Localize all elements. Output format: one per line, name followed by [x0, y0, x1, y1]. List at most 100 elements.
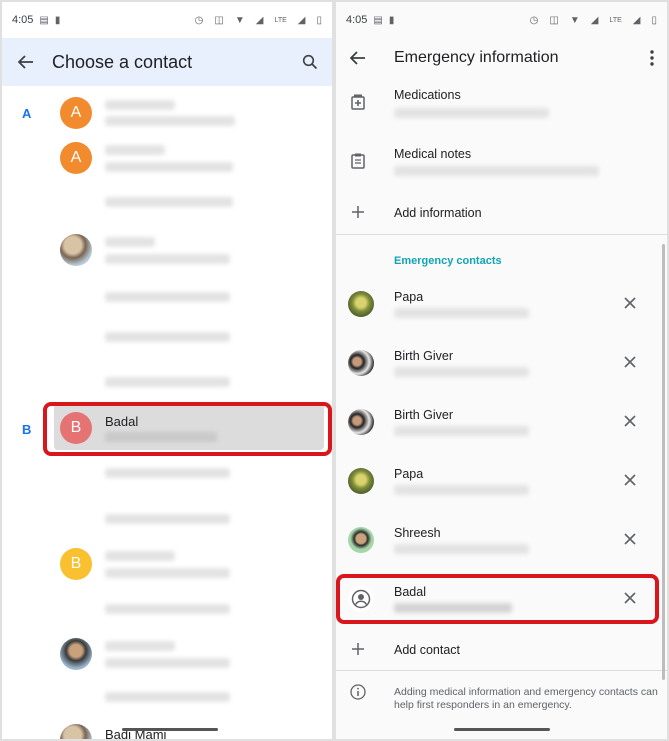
avatar	[60, 724, 92, 739]
redacted-phone	[105, 254, 230, 264]
highlight-annotation	[43, 402, 332, 456]
signal-icon-2: ◢	[297, 14, 306, 26]
redacted-phone	[105, 332, 230, 342]
section-letter-a: A	[22, 106, 32, 121]
gesture-nav-bar[interactable]	[454, 728, 550, 731]
contact-name: Birth Giver	[394, 349, 454, 363]
search-button[interactable]	[288, 38, 332, 86]
back-arrow-icon	[18, 55, 33, 69]
redacted-phone	[105, 197, 233, 207]
message-icon: ▤	[39, 14, 49, 26]
wifi-icon: ▼	[569, 14, 580, 26]
add-information-label: Add information	[394, 206, 482, 220]
page-title: Choose a contact	[52, 51, 193, 72]
search-icon	[302, 54, 318, 70]
avatar	[60, 638, 92, 670]
redacted-phone	[394, 485, 529, 495]
top-app-bar: Choose a contact	[2, 38, 332, 86]
back-button[interactable]	[2, 38, 50, 86]
redacted-name	[105, 641, 175, 651]
redacted-value	[394, 166, 599, 176]
info-icon	[348, 682, 368, 702]
close-icon	[624, 415, 636, 427]
more-options-button[interactable]	[637, 38, 667, 78]
contact-name: Papa	[394, 290, 424, 304]
redacted-phone	[105, 568, 230, 578]
redacted-name	[105, 100, 175, 110]
redacted-name	[105, 145, 165, 155]
section-divider	[336, 234, 667, 235]
redacted-value	[394, 108, 549, 118]
vibrate-icon: ◫	[549, 14, 559, 26]
avatar: B	[60, 548, 92, 580]
avatar	[60, 234, 92, 266]
redacted-phone	[105, 162, 233, 172]
back-arrow-icon	[350, 51, 365, 65]
redacted-phone	[394, 544, 529, 554]
plus-icon	[348, 202, 368, 222]
redacted-phone	[394, 367, 529, 377]
status-bar: 4:05 ▤ ▮ ◷ ◫ ▼ ◢ LTE ◢ ▯	[336, 2, 667, 38]
redacted-name	[105, 237, 155, 247]
remove-contact-button[interactable]	[620, 411, 640, 431]
redacted-phone	[394, 308, 529, 318]
status-time: 4:05	[12, 14, 34, 26]
remove-contact-button[interactable]	[620, 293, 640, 313]
avatar: A	[60, 142, 92, 174]
plus-icon	[348, 639, 368, 659]
battery-saver-icon: ▮	[54, 14, 61, 26]
signal-icon-2: ◢	[632, 14, 641, 26]
redacted-phone	[105, 658, 230, 668]
contact-photo	[348, 350, 374, 376]
lte-label: LTE	[274, 16, 287, 24]
redacted-name	[105, 551, 175, 561]
alarm-icon: ◷	[529, 14, 539, 26]
gesture-nav-bar[interactable]	[122, 728, 218, 731]
remove-contact-button[interactable]	[620, 470, 640, 490]
medical-notes-title: Medical notes	[394, 147, 472, 161]
redacted-phone	[105, 116, 235, 126]
clipboard-icon	[348, 151, 368, 171]
redacted-phone	[105, 692, 230, 702]
battery-saver-icon: ▮	[388, 14, 395, 26]
battery-icon: ▯	[651, 14, 657, 26]
message-icon: ▤	[373, 14, 383, 26]
page-title: Emergency information	[394, 49, 559, 66]
remove-contact-button[interactable]	[620, 352, 640, 372]
remove-contact-button[interactable]	[620, 529, 640, 549]
redacted-phone	[394, 426, 529, 436]
medication-icon	[348, 92, 368, 112]
redacted-phone	[105, 468, 230, 478]
wifi-icon: ▼	[234, 14, 245, 26]
contact-photo	[348, 527, 374, 553]
more-vert-icon	[650, 50, 654, 66]
redacted-phone	[105, 377, 230, 387]
section-letter-b: B	[22, 422, 32, 437]
redacted-phone	[105, 604, 230, 614]
choose-contact-screen: 4:05 ▤ ▮ ◷ ◫ ▼ ◢ LTE ◢ ▯ Choose a contac…	[2, 2, 332, 739]
emergency-contacts-header: Emergency contacts	[394, 255, 502, 267]
signal-icon: ◢	[255, 14, 264, 26]
status-time: 4:05	[346, 14, 368, 26]
scrollbar[interactable]	[662, 244, 665, 680]
contact-name: Papa	[394, 467, 424, 481]
contact-photo	[348, 291, 374, 317]
alarm-icon: ◷	[194, 14, 204, 26]
emergency-information-screen: 4:05 ▤ ▮ ◷ ◫ ▼ ◢ LTE ◢ ▯ Emergency infor…	[336, 2, 667, 739]
close-icon	[624, 474, 636, 486]
redacted-phone	[105, 292, 230, 302]
highlight-annotation	[336, 574, 659, 624]
close-icon	[624, 297, 636, 309]
back-button[interactable]	[336, 38, 380, 78]
contact-name: Birth Giver	[394, 408, 454, 422]
avatar: A	[60, 97, 92, 129]
top-app-bar: Emergency information	[336, 38, 667, 78]
redacted-phone	[105, 514, 230, 524]
close-icon	[624, 356, 636, 368]
footer-note: Adding medical information and emergency…	[394, 686, 658, 711]
battery-icon: ▯	[316, 14, 322, 26]
contact-name: Shreesh	[394, 526, 441, 540]
medications-title: Medications	[394, 88, 461, 102]
lte-label: LTE	[609, 16, 622, 24]
contact-photo	[348, 468, 374, 494]
